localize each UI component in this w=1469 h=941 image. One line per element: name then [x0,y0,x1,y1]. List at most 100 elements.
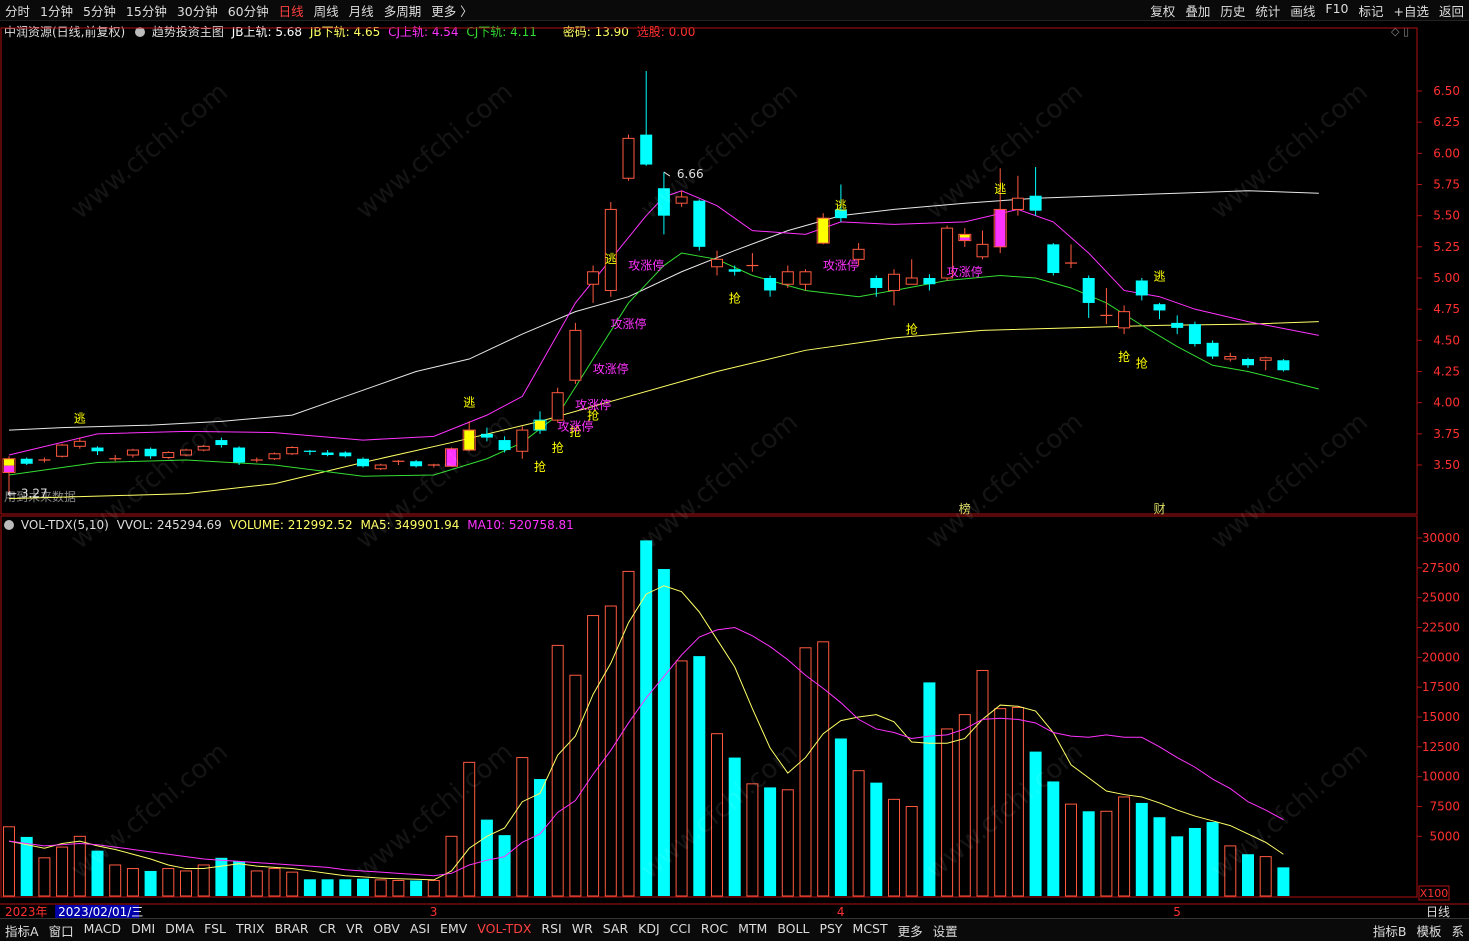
period-tab-5[interactable]: 60分钟 [223,1,274,20]
tool-button-5[interactable]: F10 [1320,1,1353,20]
candle-body [126,449,139,456]
volume-bar [534,779,546,896]
volume-tick-label: 22500 [1422,621,1460,635]
volume-bar [693,656,706,896]
volume-bar [197,864,210,897]
period-tab-8[interactable]: 月线 [344,1,379,20]
period-tab-3[interactable]: 15分钟 [121,1,172,20]
indicator-tab-20[interactable]: BOLL [772,921,814,940]
indicator-tab-22[interactable]: MCST [848,921,893,940]
tool-button-2[interactable]: 历史 [1215,1,1250,20]
candle-body [1206,342,1219,357]
candle-body [321,452,334,456]
indicator-tab-23[interactable]: 更多 [893,921,928,940]
tool-buttons: 复权 叠加 历史 统计 画线 F10 标记 +自选 返回 [1145,1,1469,20]
volume-tick-label: 15000 [1422,710,1460,724]
watermark-text: www.cfchi.com [65,407,234,555]
date-axis-label: 2023/02/01/三 [58,905,143,918]
indicator-tab-17[interactable]: CCI [665,921,696,940]
indicator-tab-7[interactable]: CR [314,921,341,940]
indicator-right-tab-1[interactable]: 模板 [1411,921,1446,940]
indicator-tab-21[interactable]: PSY [814,921,847,940]
watermark-text: www.cfchi.com [350,77,519,225]
indicator-tabs: 窗口 MACD DMI DMA FSL TRIX BRAR CR VR OBV ASI EMV VOL-… [44,921,963,940]
signal-body [818,218,829,244]
price-tick-label: 6.50 [1433,84,1460,98]
candle-body [604,208,617,291]
tool-button-3[interactable]: 统计 [1250,1,1285,20]
kline-chart[interactable]: 3.50 3.75 4.00 4.25 4.50 4.75 5.00 5.25 5.50 5.75… [0,20,1469,918]
indicator-tab-0[interactable]: 窗口 [44,921,79,940]
indicator-tab-15[interactable]: SAR [598,921,633,940]
indicator-right-tab-0[interactable]: 指标B [1368,921,1412,940]
indicator-tab-13[interactable]: RSI [536,921,566,940]
candle-body [73,440,86,447]
period-tab-7[interactable]: 周线 [309,1,344,20]
period-label: 日线 [1426,905,1450,918]
indicator-a-tab[interactable]: 指标A [0,921,44,940]
tool-button-7[interactable]: +自选 [1389,1,1434,20]
volume-bar [3,826,15,897]
price-tick-label: 4.25 [1433,365,1460,379]
period-tab-4[interactable]: 30分钟 [172,1,223,20]
candle-body [144,448,157,457]
tool-button-8[interactable]: 返回 [1434,1,1469,20]
volume-bar [498,835,511,896]
period-tab-0[interactable]: 分时 [0,1,35,20]
candle-body [622,137,635,179]
signal-label: 逃 [1153,269,1165,283]
candle-body [268,453,281,460]
volume-bar [1047,781,1060,896]
tool-button-4[interactable]: 画线 [1285,1,1320,20]
tool-button-1[interactable]: 叠加 [1180,1,1215,20]
candle-body [728,269,741,272]
indicator-tab-14[interactable]: WR [567,921,598,940]
signal-label: 逃 [605,252,617,266]
date-axis-label: 5 [1173,905,1181,918]
volume-bar [109,864,122,897]
period-tab-2[interactable]: 5分钟 [78,1,121,20]
tool-button-6[interactable]: 标记 [1353,1,1388,20]
candle-body [905,277,918,285]
indicator-tab-16[interactable]: KDJ [633,921,665,940]
watermark-text: www.cfchi.com [350,737,519,885]
period-tab-1[interactable]: 1分钟 [35,1,78,20]
candle-body [693,200,706,247]
price-tick-label: 5.75 [1433,178,1460,192]
period-tab-9[interactable]: 多周期 [379,1,427,20]
signal-label: 逃 [463,395,475,409]
candle-body [1029,195,1042,211]
volume-tick-label: 12500 [1422,740,1460,754]
indicator-tab-9[interactable]: OBV [368,921,405,940]
indicator-tab-8[interactable]: VR [341,921,368,940]
indicator-tab-12[interactable]: VOL-TDX [472,921,536,940]
candle-body [764,278,777,291]
volume-bar [551,644,564,897]
indicator-tab-18[interactable]: ROC [696,921,733,940]
period-tab-10[interactable]: 更多 〉 [426,1,477,20]
volume-bar [905,806,918,897]
candle-body [357,458,369,467]
period-tab-6[interactable]: 日线 [274,1,309,20]
price-tick-label: 4.50 [1433,333,1460,347]
indicator-tab-3[interactable]: DMA [160,921,199,940]
indicator-tab-19[interactable]: MTM [733,921,772,940]
volume-bar [215,857,228,896]
indicator-tab-11[interactable]: EMV [435,921,472,940]
volume-bar [852,770,865,897]
indicator-tab-4[interactable]: FSL [199,921,231,940]
candle-body [870,278,883,288]
signal-label: 逃 [994,182,1006,196]
indicator-tab-2[interactable]: DMI [126,921,160,940]
indicator-tab-10[interactable]: ASI [405,921,435,940]
tool-button-0[interactable]: 复权 [1145,1,1180,20]
indicator-tab-1[interactable]: MACD [79,921,126,940]
candle-body [781,271,794,285]
price-tick-label: 5.00 [1433,271,1460,285]
indicator-right-tab-2[interactable]: 系 [1446,921,1469,940]
indicator-tab-24[interactable]: 设置 [928,921,963,940]
indicator-tab-5[interactable]: TRIX [231,921,270,940]
candle-body [569,329,582,381]
volume-bar [1082,811,1095,896]
indicator-tab-6[interactable]: BRAR [270,921,314,940]
